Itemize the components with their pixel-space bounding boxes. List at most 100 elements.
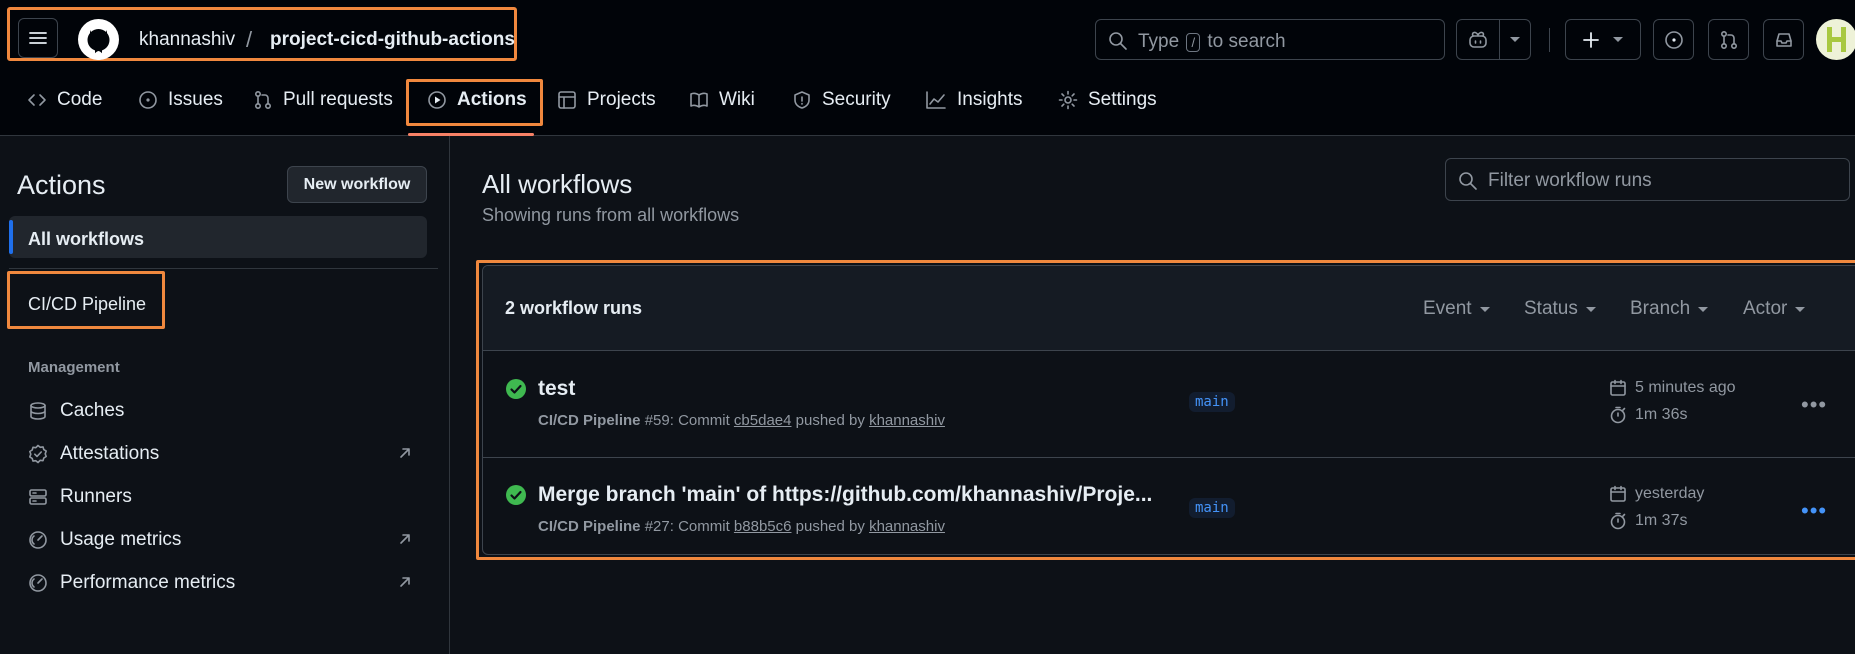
sidebar-item-performance-metrics[interactable]: Performance metrics bbox=[28, 572, 235, 594]
sidebar-separator bbox=[9, 268, 438, 269]
kebab-menu-icon[interactable]: ••• bbox=[1801, 498, 1827, 524]
tab-actions[interactable]: Actions bbox=[427, 89, 527, 111]
database-icon bbox=[30, 402, 46, 420]
sidebar-item-usage-metrics[interactable]: Usage metrics bbox=[28, 529, 181, 551]
external-link-icon bbox=[400, 577, 410, 587]
run-timestamp: 5 minutes ago bbox=[1609, 379, 1736, 397]
sidebar-item-runners[interactable]: Runners bbox=[28, 486, 132, 508]
copilot-menu-button[interactable] bbox=[1499, 19, 1531, 60]
table-row[interactable]: Merge branch 'main' of https://github.co… bbox=[483, 457, 1855, 554]
run-title-link[interactable]: test bbox=[538, 377, 575, 401]
tab-code[interactable]: Code bbox=[27, 89, 102, 111]
user-avatar[interactable] bbox=[1816, 19, 1855, 60]
branch-filter[interactable]: Branch bbox=[1630, 298, 1709, 320]
issue-icon bbox=[1664, 30, 1683, 49]
meter-icon bbox=[29, 531, 47, 549]
run-workflow-name: CI/CD Pipeline bbox=[538, 518, 641, 535]
branch-badge[interactable]: main bbox=[1189, 392, 1235, 412]
tab-security[interactable]: Security bbox=[792, 89, 891, 111]
chevron-down-icon bbox=[1585, 306, 1596, 312]
sidebar-item-caches[interactable]: Caches bbox=[28, 400, 124, 422]
sidebar-item-label: All workflows bbox=[28, 229, 145, 249]
check-circle-icon bbox=[506, 379, 526, 399]
calendar-icon bbox=[1610, 485, 1626, 502]
search-icon bbox=[1109, 32, 1127, 50]
branch-badge[interactable]: main bbox=[1189, 498, 1235, 518]
run-duration: 1m 37s bbox=[1609, 512, 1687, 530]
plus-icon bbox=[1583, 31, 1599, 48]
pull-requests-button[interactable] bbox=[1708, 19, 1749, 60]
new-workflow-button[interactable]: New workflow bbox=[287, 166, 427, 203]
sidebar-item-attestations[interactable]: Attestations bbox=[28, 443, 159, 465]
user-link[interactable]: khannashiv bbox=[869, 518, 945, 535]
server-icon bbox=[29, 489, 47, 505]
tab-insights[interactable]: Insights bbox=[925, 89, 1022, 111]
graph-icon bbox=[926, 91, 946, 109]
run-timestamp: yesterday bbox=[1609, 485, 1704, 503]
pull-request-icon bbox=[254, 90, 272, 110]
tab-projects[interactable]: Projects bbox=[557, 89, 656, 111]
tab-settings[interactable]: Settings bbox=[1058, 89, 1157, 111]
commit-link[interactable]: b88b5c6 bbox=[734, 518, 792, 535]
search-prefix: Type bbox=[1138, 31, 1180, 52]
search-shortcut-key: / bbox=[1186, 33, 1201, 52]
repo-owner-link[interactable]: khannashiv bbox=[139, 29, 235, 51]
calendar-icon bbox=[1610, 379, 1626, 396]
inbox-icon bbox=[1775, 32, 1792, 47]
tab-wiki[interactable]: Wiki bbox=[689, 89, 755, 111]
code-icon bbox=[28, 94, 46, 106]
sidebar-item-cicd-pipeline[interactable]: CI/CD Pipeline bbox=[28, 294, 146, 315]
run-duration: 1m 36s bbox=[1609, 406, 1687, 424]
run-title-link[interactable]: Merge branch 'main' of https://github.co… bbox=[538, 483, 1152, 507]
page-subtitle: Showing runs from all workflows bbox=[482, 205, 740, 225]
meter-icon bbox=[29, 574, 47, 592]
header-divider bbox=[1549, 28, 1550, 52]
global-search[interactable]: Type / to search bbox=[1095, 19, 1445, 60]
search-suffix: to search bbox=[1207, 31, 1286, 52]
management-heading: Management bbox=[28, 359, 120, 376]
run-workflow-name: CI/CD Pipeline bbox=[538, 412, 641, 429]
issues-button[interactable] bbox=[1653, 19, 1694, 60]
sidebar-divider bbox=[449, 136, 450, 654]
menu-button[interactable] bbox=[18, 18, 58, 58]
run-meta: CI/CD Pipeline #27: Commit b88b5c6 pushe… bbox=[538, 518, 945, 535]
table-row[interactable]: test CI/CD Pipeline #59: Commit cb5dae4 … bbox=[483, 352, 1855, 456]
filter-runs-input[interactable]: Filter workflow runs bbox=[1445, 158, 1850, 201]
sidebar-title: Actions bbox=[17, 170, 106, 200]
tab-pull-requests[interactable]: Pull requests bbox=[253, 89, 393, 111]
copilot-icon bbox=[1469, 31, 1487, 48]
tab-issues[interactable]: Issues bbox=[138, 89, 223, 111]
status-filter[interactable]: Status bbox=[1524, 298, 1596, 320]
page-title: All workflows bbox=[482, 169, 633, 199]
issue-icon bbox=[139, 91, 157, 109]
run-number: #27 bbox=[644, 518, 670, 535]
pull-request-icon bbox=[1720, 30, 1737, 49]
chevron-down-icon bbox=[1613, 37, 1623, 42]
create-new-button[interactable] bbox=[1565, 19, 1641, 60]
inbox-button[interactable] bbox=[1763, 19, 1804, 60]
chevron-down-icon bbox=[1795, 306, 1806, 312]
verified-icon bbox=[29, 444, 47, 464]
github-logo[interactable] bbox=[78, 19, 119, 60]
book-icon bbox=[690, 92, 708, 108]
octocat-icon bbox=[87, 29, 110, 60]
stopwatch-icon bbox=[1610, 512, 1626, 530]
external-link-icon bbox=[400, 448, 410, 458]
chevron-down-icon bbox=[1698, 306, 1709, 312]
actor-filter[interactable]: Actor bbox=[1743, 298, 1806, 320]
commit-link[interactable]: cb5dae4 bbox=[734, 412, 792, 429]
event-filter[interactable]: Event bbox=[1423, 298, 1490, 320]
copilot-button[interactable] bbox=[1456, 19, 1500, 60]
workflow-runs-box: 2 workflow runs Event Status Branch Acto… bbox=[482, 265, 1855, 555]
external-link-icon bbox=[400, 534, 410, 544]
repo-name-link[interactable]: project-cicd-github-actions bbox=[270, 29, 515, 51]
runs-header: 2 workflow runs Event Status Branch Acto… bbox=[483, 266, 1855, 351]
tab-actions-underline bbox=[408, 133, 534, 136]
filter-placeholder: Filter workflow runs bbox=[1488, 170, 1652, 191]
user-link[interactable]: khannashiv bbox=[869, 412, 945, 429]
search-icon bbox=[1459, 172, 1477, 190]
shield-icon bbox=[794, 91, 810, 109]
kebab-menu-icon[interactable]: ••• bbox=[1801, 392, 1827, 418]
chevron-down-icon bbox=[1479, 306, 1490, 312]
stopwatch-icon bbox=[1610, 406, 1626, 424]
